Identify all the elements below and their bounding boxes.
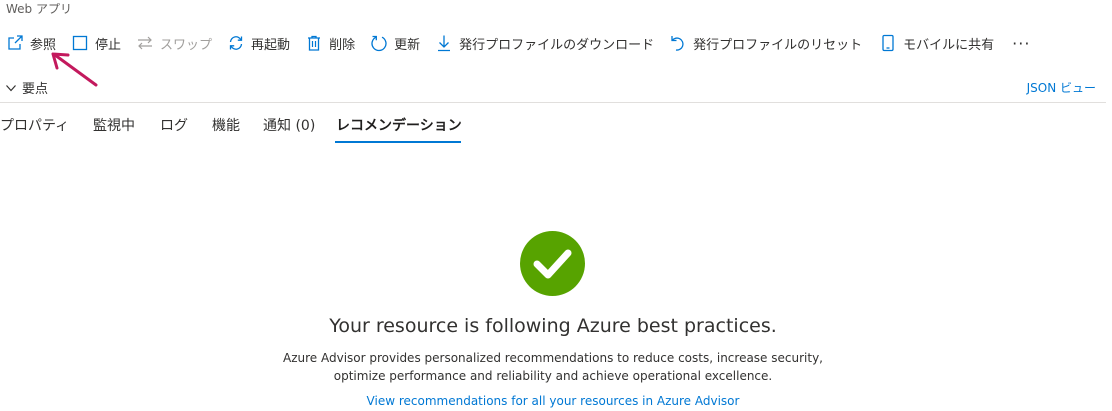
web-app-recommendations-page: Web アプリ 参照 停止 スワップ 再起動 削除 更新 発行プロファイルのダウ… [0,0,1112,411]
tab-notifications[interactable]: 通知 (0) [263,115,315,135]
download-icon [435,34,453,52]
tab-capabilities[interactable]: 機能 [212,115,240,135]
tab-recommendations[interactable]: レコメンデーション [336,115,462,135]
tab-properties[interactable]: プロパティ [0,115,69,135]
refresh-button[interactable]: 更新 [370,31,420,55]
restart-icon [227,34,245,52]
chevron-down-icon [6,84,16,91]
active-tab-indicator [335,141,461,143]
more-actions-label: ··· [1012,33,1031,53]
reset-publish-profile-label: 発行プロファイルのリセット [693,37,863,53]
delete-button[interactable]: 削除 [305,31,355,55]
open-external-icon [6,34,24,52]
tab-logs[interactable]: ログ [160,115,188,135]
download-publish-profile-label: 発行プロファイルのダウンロード [459,37,655,53]
advisor-recommendations-link[interactable]: View recommendations for all your resour… [0,394,1106,408]
swap-icon [136,34,154,52]
share-to-mobile-button[interactable]: モバイルに共有 [879,31,994,55]
success-checkmark-icon [520,231,585,296]
resource-type-label: Web アプリ [6,2,72,16]
swap-button[interactable]: スワップ [136,31,212,55]
delete-label: 削除 [329,37,356,53]
mobile-phone-icon [879,34,897,52]
trash-icon [305,34,323,52]
essentials-toggle[interactable]: 要点 [5,78,48,97]
json-view-link[interactable]: JSON ビュー [1027,79,1096,96]
essentials-bar: 要点 JSON ビュー [0,72,1106,103]
status-headline: Your resource is following Azure best pr… [329,315,777,337]
essentials-label: 要点 [22,82,49,97]
restart-label: 再起動 [251,37,291,53]
advisor-description-line-2: optimize performance and reliability and… [333,369,773,383]
tab-monitoring[interactable]: 監視中 [93,115,135,135]
refresh-icon [370,34,388,52]
restart-button[interactable]: 再起動 [227,31,290,55]
command-bar: 参照 停止 スワップ 再起動 削除 更新 発行プロファイルのダウンロード 発行プ… [0,31,1030,55]
reset-publish-profile-button[interactable]: 発行プロファイルのリセット [669,31,862,55]
refresh-label: 更新 [394,37,421,53]
advisor-description: Azure Advisor provides personalized reco… [0,349,1106,385]
download-publish-profile-button[interactable]: 発行プロファイルのダウンロード [435,31,654,55]
more-actions-button[interactable]: ··· [1012,31,1030,55]
swap-label: スワップ [160,37,213,53]
share-to-mobile-label: モバイルに共有 [903,37,995,53]
advisor-description-line-1: Azure Advisor provides personalized reco… [283,351,823,365]
undo-icon [669,34,687,52]
